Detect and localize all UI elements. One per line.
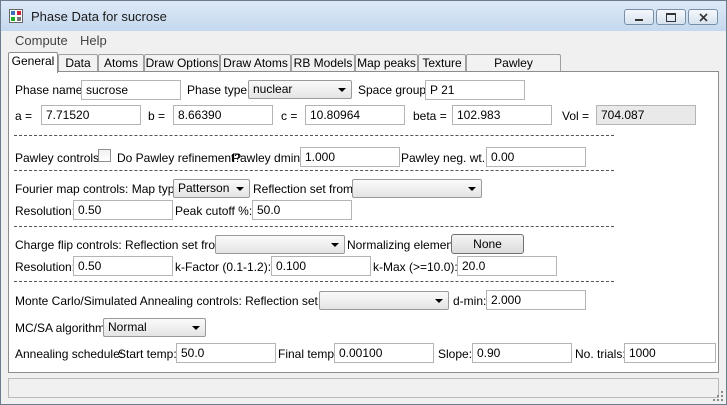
pawley-neg-input[interactable]: 0.00 bbox=[486, 147, 586, 167]
pawley-refinement-label: Do Pawley refinement? bbox=[117, 151, 242, 165]
slope-input[interactable]: 0.90 bbox=[472, 343, 572, 363]
mcsa-reflection-select[interactable] bbox=[319, 291, 449, 310]
window: Phase Data for sucrose Compute Help Gene… bbox=[0, 0, 727, 405]
menu-bar: Compute Help bbox=[1, 31, 726, 50]
chevron-down-icon bbox=[468, 187, 476, 191]
close-button[interactable] bbox=[688, 9, 718, 25]
phase-name-input[interactable]: sucrose bbox=[81, 80, 181, 100]
a-input[interactable]: 7.71520 bbox=[41, 105, 141, 125]
mcsa-algorithm-select[interactable]: Normal bbox=[103, 318, 206, 337]
general-panel: Phase name: sucrose Phase type: nuclear … bbox=[8, 71, 719, 373]
tab-atoms[interactable]: Atoms bbox=[98, 54, 144, 71]
pawley-dmin-label: Pawley dmin: bbox=[232, 151, 304, 165]
fourier-resolution-label: Resolution: bbox=[15, 204, 76, 218]
b-label: b = bbox=[148, 109, 166, 123]
mcsa-dmin-label: d-min: bbox=[453, 294, 487, 308]
tab-draw-atoms[interactable]: Draw Atoms bbox=[220, 54, 291, 71]
maximize-button[interactable] bbox=[656, 9, 686, 25]
app-icon bbox=[9, 9, 23, 23]
phase-type-value: nuclear bbox=[253, 82, 293, 96]
phase-type-label: Phase type: bbox=[187, 83, 251, 97]
no-trials-label: No. trials: bbox=[575, 347, 626, 361]
mcsa-algorithm-value: Normal bbox=[108, 320, 147, 334]
menu-compute[interactable]: Compute bbox=[15, 33, 68, 48]
normalizing-element-button[interactable]: None bbox=[451, 234, 524, 254]
charge-flip-label: Charge flip controls: Reflection set fro… bbox=[15, 238, 229, 252]
minimize-icon bbox=[635, 19, 643, 21]
chevron-down-icon bbox=[338, 88, 346, 92]
fourier-reflection-label: Reflection set from: bbox=[253, 182, 357, 196]
slope-label: Slope: bbox=[438, 347, 473, 361]
normalizing-element-label: Normalizing element: bbox=[347, 238, 460, 252]
tab-texture[interactable]: Texture bbox=[418, 54, 466, 71]
space-group-label: Space group: bbox=[358, 83, 430, 97]
annealing-schedule-label: Annealing schedule: bbox=[15, 347, 124, 361]
k-max-label: k-Max (>=10.0): bbox=[373, 260, 458, 274]
separator bbox=[14, 226, 614, 227]
k-factor-label: k-Factor (0.1-1.2): bbox=[175, 260, 272, 274]
pawley-refinement-checkbox[interactable] bbox=[98, 149, 111, 162]
start-temp-input[interactable]: 50.0 bbox=[176, 343, 276, 363]
mcsa-controls-label: Monte Carlo/Simulated Annealing controls… bbox=[15, 294, 349, 308]
fourier-reflection-select[interactable] bbox=[352, 179, 482, 198]
chevron-down-icon bbox=[331, 243, 339, 247]
peak-cutoff-input[interactable]: 50.0 bbox=[252, 200, 352, 220]
charge-flip-reflection-select[interactable] bbox=[215, 235, 345, 254]
resize-grip-icon[interactable] bbox=[713, 391, 723, 401]
vol-value: 704.087 bbox=[596, 105, 696, 125]
tab-general[interactable]: General bbox=[8, 52, 58, 73]
pawley-dmin-input[interactable]: 1.000 bbox=[300, 147, 400, 167]
vol-label: Vol = bbox=[562, 109, 590, 123]
phase-name-label: Phase name: bbox=[15, 83, 86, 97]
maximize-icon bbox=[666, 13, 676, 22]
mcsa-dmin-input[interactable]: 2.000 bbox=[486, 290, 586, 310]
pawley-neg-label: Pawley neg. wt.: bbox=[401, 151, 489, 165]
menu-help[interactable]: Help bbox=[80, 33, 107, 48]
k-max-input[interactable]: 20.0 bbox=[457, 256, 557, 276]
tab-rb-models[interactable]: RB Models bbox=[291, 54, 355, 71]
separator bbox=[14, 135, 614, 136]
phase-type-select[interactable]: nuclear bbox=[248, 80, 352, 99]
map-type-value: Patterson bbox=[178, 181, 230, 195]
charge-resolution-input[interactable]: 0.50 bbox=[73, 256, 173, 276]
title-bar[interactable]: Phase Data for sucrose bbox=[1, 1, 726, 31]
c-label: c = bbox=[281, 109, 298, 123]
tab-draw-options[interactable]: Draw Options bbox=[144, 54, 220, 71]
mcsa-algorithm-label: MC/SA algorithm: bbox=[15, 321, 109, 335]
space-group-input[interactable]: P 21 bbox=[425, 80, 525, 100]
beta-input[interactable]: 102.983 bbox=[452, 105, 552, 125]
c-input[interactable]: 10.80964 bbox=[305, 105, 405, 125]
chevron-down-icon bbox=[192, 326, 200, 330]
separator bbox=[14, 170, 614, 171]
fourier-controls-label: Fourier map controls: Map type: bbox=[15, 182, 185, 196]
final-temp-label: Final temp: bbox=[278, 347, 338, 361]
close-icon bbox=[699, 13, 708, 22]
status-bar bbox=[8, 378, 719, 398]
chevron-down-icon bbox=[236, 187, 244, 191]
minimize-button[interactable] bbox=[624, 9, 654, 25]
peak-cutoff-label: Peak cutoff %: bbox=[175, 204, 253, 218]
separator bbox=[14, 281, 614, 282]
map-type-select[interactable]: Patterson bbox=[173, 179, 250, 198]
b-input[interactable]: 8.66390 bbox=[173, 105, 273, 125]
a-label: a = bbox=[15, 109, 33, 123]
charge-resolution-label: Resolution: bbox=[15, 260, 76, 274]
tab-data[interactable]: Data bbox=[58, 54, 98, 71]
chevron-down-icon bbox=[435, 299, 443, 303]
k-factor-input[interactable]: 0.100 bbox=[271, 256, 371, 276]
window-title: Phase Data for sucrose bbox=[31, 9, 167, 24]
tab-map-peaks[interactable]: Map peaks bbox=[355, 54, 418, 71]
beta-label: beta = bbox=[413, 109, 447, 123]
pawley-controls-label: Pawley controls: bbox=[15, 151, 103, 165]
fourier-resolution-input[interactable]: 0.50 bbox=[73, 200, 173, 220]
start-temp-label: Start temp: bbox=[118, 347, 177, 361]
final-temp-input[interactable]: 0.00100 bbox=[334, 343, 434, 363]
tab-pawley-reflections[interactable]: Pawley reflections bbox=[466, 54, 561, 87]
no-trials-input[interactable]: 1000 bbox=[624, 343, 716, 363]
